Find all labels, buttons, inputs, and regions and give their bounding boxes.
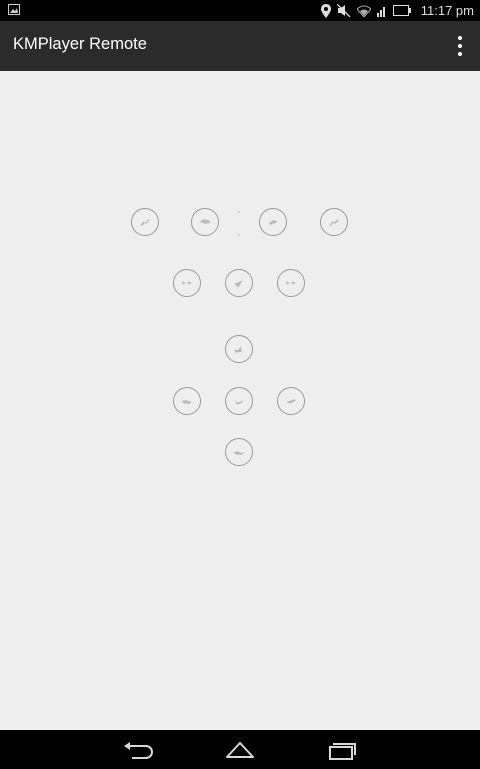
mute-icon xyxy=(336,4,351,17)
fullscreen-icon xyxy=(233,451,245,455)
separator-dot xyxy=(238,234,240,236)
home-button[interactable] xyxy=(222,738,258,762)
previous-icon xyxy=(182,281,192,285)
forward-fast-button[interactable] xyxy=(320,208,348,236)
location-icon xyxy=(320,3,331,18)
volume-up-icon xyxy=(234,346,242,353)
recents-button[interactable] xyxy=(324,738,360,762)
navigation-bar xyxy=(0,730,480,769)
back-button[interactable] xyxy=(120,738,156,762)
forward-button[interactable] xyxy=(259,208,287,236)
separator-dot xyxy=(238,211,240,213)
app-title: KMPlayer Remote xyxy=(13,35,147,53)
mute-icon xyxy=(286,399,296,404)
play-icon xyxy=(234,280,243,288)
home-icon xyxy=(226,742,254,758)
overflow-menu-icon[interactable] xyxy=(452,36,468,56)
next-button[interactable] xyxy=(277,269,305,297)
previous-button[interactable] xyxy=(173,269,201,297)
wifi-icon xyxy=(356,5,371,17)
rewind-icon xyxy=(199,219,211,224)
stop-icon xyxy=(235,400,243,405)
status-time: 11:17 pm xyxy=(420,3,474,18)
battery-icon xyxy=(392,5,411,16)
mute-button[interactable] xyxy=(277,387,305,415)
fullscreen-button[interactable] xyxy=(225,438,253,466)
volume-up-button[interactable] xyxy=(225,335,253,363)
volume-down-icon xyxy=(181,400,192,404)
next-icon xyxy=(286,281,296,285)
play-button[interactable] xyxy=(225,269,253,297)
rewind-button[interactable] xyxy=(191,208,219,236)
recents-icon xyxy=(329,743,356,760)
rewind-fast-button[interactable] xyxy=(131,208,159,236)
forward-icon xyxy=(268,220,278,225)
remote-pad xyxy=(0,71,480,730)
stop-button[interactable] xyxy=(225,387,253,415)
image-notification-icon xyxy=(8,4,20,15)
back-icon xyxy=(124,742,153,759)
volume-down-button[interactable] xyxy=(173,387,201,415)
signal-icon xyxy=(376,6,385,17)
rewind-fast-icon xyxy=(140,219,150,226)
status-bar: 11:17 pm xyxy=(0,0,480,21)
forward-fast-icon xyxy=(329,219,339,226)
action-bar: KMPlayer Remote xyxy=(0,21,480,71)
